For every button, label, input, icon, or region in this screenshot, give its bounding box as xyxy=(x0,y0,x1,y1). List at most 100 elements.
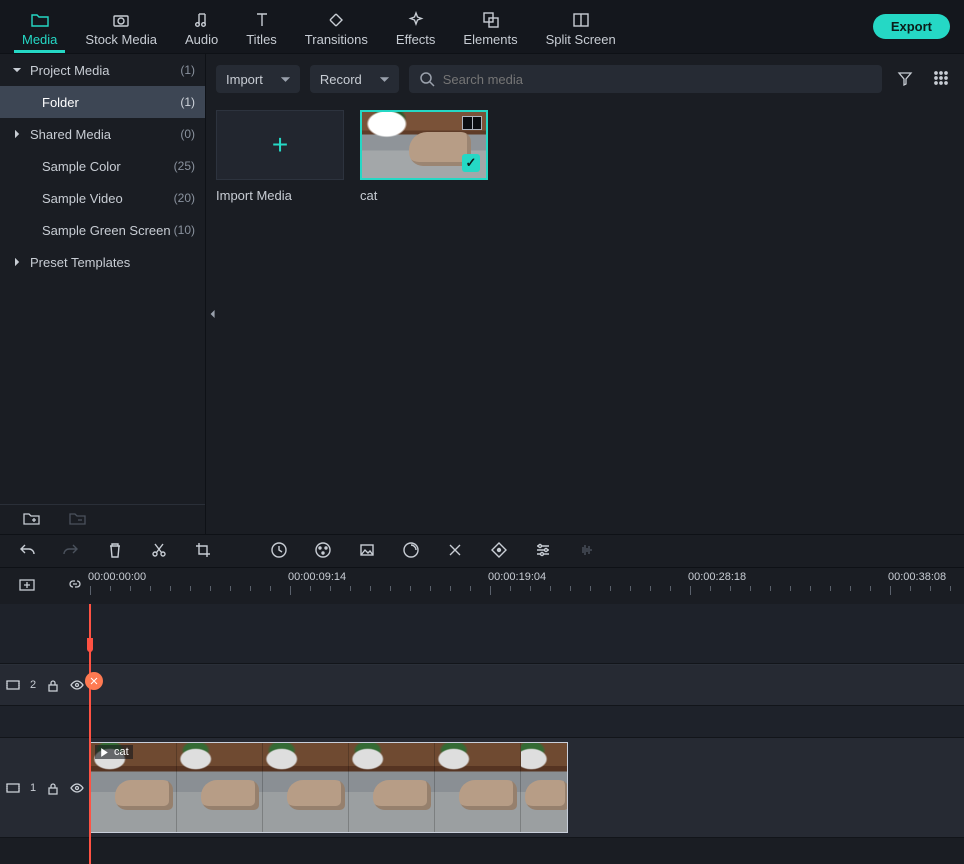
sidebar-item-folder[interactable]: Folder (1) xyxy=(0,86,205,118)
tab-label: Audio xyxy=(185,32,218,47)
chevron-down-icon xyxy=(12,66,22,74)
track-number: 1 xyxy=(30,782,36,794)
folder-icon xyxy=(30,10,50,30)
lock-icon[interactable] xyxy=(46,678,60,692)
export-button[interactable]: Export xyxy=(873,14,950,39)
sidebar-item-project-media[interactable]: Project Media (1) xyxy=(0,54,205,86)
transitions-icon xyxy=(326,10,346,30)
sidebar-item-shared-media[interactable]: Shared Media (0) xyxy=(0,118,205,150)
video-badge-icon xyxy=(462,116,482,130)
sidebar-item-label: Sample Video xyxy=(42,191,174,206)
sidebar-item-label: Preset Templates xyxy=(30,255,195,270)
search-icon xyxy=(419,71,435,87)
tab-stock-media[interactable]: Stock Media xyxy=(71,0,171,53)
tab-elements[interactable]: Elements xyxy=(449,0,531,53)
media-content: Import Record + Import Media xyxy=(206,54,964,534)
redo-button[interactable] xyxy=(58,537,84,566)
import-dropdown[interactable]: Import xyxy=(216,65,300,93)
tab-label: Elements xyxy=(463,32,517,47)
timeline-ruler[interactable]: 00:00:00:00 00:00:09:14 00:00:19:04 00:0… xyxy=(0,568,964,604)
sidebar-collapse-handle[interactable] xyxy=(206,284,220,344)
eye-icon[interactable] xyxy=(70,781,84,795)
ruler-time-label: 00:00:19:04 xyxy=(488,571,546,583)
track-number: 2 xyxy=(30,679,36,691)
color-button[interactable] xyxy=(310,537,336,566)
undo-button[interactable] xyxy=(14,537,40,566)
tile-label: Import Media xyxy=(216,188,344,203)
delete-folder-button[interactable] xyxy=(64,505,90,534)
add-track-button[interactable] xyxy=(14,572,40,601)
timeline-toolbar xyxy=(0,534,964,568)
record-dropdown[interactable]: Record xyxy=(310,65,399,93)
motion-button[interactable] xyxy=(398,537,424,566)
ruler-track[interactable]: 00:00:00:00 00:00:09:14 00:00:19:04 00:0… xyxy=(90,568,964,604)
search-input[interactable] xyxy=(443,72,872,87)
sidebar-item-label: Shared Media xyxy=(30,127,180,142)
sidebar-item-sample-video[interactable]: Sample Video (20) xyxy=(0,182,205,214)
chevron-right-icon xyxy=(12,130,22,138)
camera-icon xyxy=(111,10,131,30)
tab-label: Stock Media xyxy=(85,32,157,47)
speed-button[interactable] xyxy=(266,537,292,566)
new-folder-button[interactable] xyxy=(18,505,44,534)
playhead-knob[interactable] xyxy=(85,672,103,690)
crop-button[interactable] xyxy=(190,537,216,566)
lock-icon[interactable] xyxy=(46,781,60,795)
split-button[interactable] xyxy=(146,537,172,566)
dropdown-label: Import xyxy=(226,72,263,87)
track-row-2[interactable]: 2 xyxy=(0,664,964,706)
marker-button[interactable] xyxy=(486,537,512,566)
ruler-time-label: 00:00:28:18 xyxy=(688,571,746,583)
import-media-tile[interactable]: + Import Media xyxy=(216,110,344,203)
tile-label: cat xyxy=(360,188,488,203)
filter-button[interactable] xyxy=(892,65,918,94)
sidebar-item-sample-green-screen[interactable]: Sample Green Screen (10) xyxy=(0,214,205,246)
chevron-down-icon xyxy=(380,75,389,84)
sidebar-item-label: Project Media xyxy=(30,63,180,78)
sidebar-item-count: (0) xyxy=(180,127,195,141)
tab-media[interactable]: Media xyxy=(8,0,71,53)
sidebar-item-label: Sample Color xyxy=(42,159,174,174)
tab-split-screen[interactable]: Split Screen xyxy=(532,0,630,53)
search-box[interactable] xyxy=(409,65,882,93)
ruler-time-label: 00:00:09:14 xyxy=(288,571,346,583)
tab-label: Media xyxy=(22,32,57,47)
sidebar-item-count: (25) xyxy=(174,159,195,173)
tab-label: Effects xyxy=(396,32,436,47)
playhead[interactable] xyxy=(89,604,91,864)
media-sidebar: Project Media (1) Folder (1) Shared Medi… xyxy=(0,54,206,534)
sidebar-item-preset-templates[interactable]: Preset Templates xyxy=(0,246,205,278)
sparkle-icon xyxy=(406,10,426,30)
green-screen-button[interactable] xyxy=(354,537,380,566)
tab-effects[interactable]: Effects xyxy=(382,0,450,53)
link-button[interactable] xyxy=(62,572,88,601)
grid-view-button[interactable] xyxy=(928,65,954,94)
tab-audio[interactable]: Audio xyxy=(171,0,232,53)
sidebar-item-count: (1) xyxy=(180,63,195,77)
keyframe-button[interactable] xyxy=(442,537,468,566)
adjust-button[interactable] xyxy=(530,537,556,566)
tab-label: Transitions xyxy=(305,32,368,47)
chevron-left-icon xyxy=(209,309,217,319)
tab-label: Titles xyxy=(246,32,277,47)
timeline-tracks: 2 1 cat xyxy=(0,604,964,864)
sidebar-item-count: (20) xyxy=(174,191,195,205)
delete-button[interactable] xyxy=(102,537,128,566)
sidebar-item-count: (10) xyxy=(174,223,195,237)
selected-check-icon: ✓ xyxy=(462,154,480,172)
ruler-time-label: 00:00:00:00 xyxy=(88,571,146,583)
track-row-1[interactable]: 1 cat xyxy=(0,738,964,838)
tab-transitions[interactable]: Transitions xyxy=(291,0,382,53)
sidebar-item-count: (1) xyxy=(180,95,195,109)
audio-waveform-button[interactable] xyxy=(574,537,600,566)
timeline-clip-cat[interactable]: cat xyxy=(90,742,568,833)
sidebar-item-sample-color[interactable]: Sample Color (25) xyxy=(0,150,205,182)
video-track-icon xyxy=(6,781,20,795)
video-track-icon xyxy=(6,678,20,692)
media-tile-cat[interactable]: ✓ cat xyxy=(360,110,488,203)
chevron-down-icon xyxy=(281,75,290,84)
music-icon xyxy=(192,10,212,30)
ruler-time-label: 00:00:38:08 xyxy=(888,571,946,583)
tab-titles[interactable]: Titles xyxy=(232,0,291,53)
eye-icon[interactable] xyxy=(70,678,84,692)
